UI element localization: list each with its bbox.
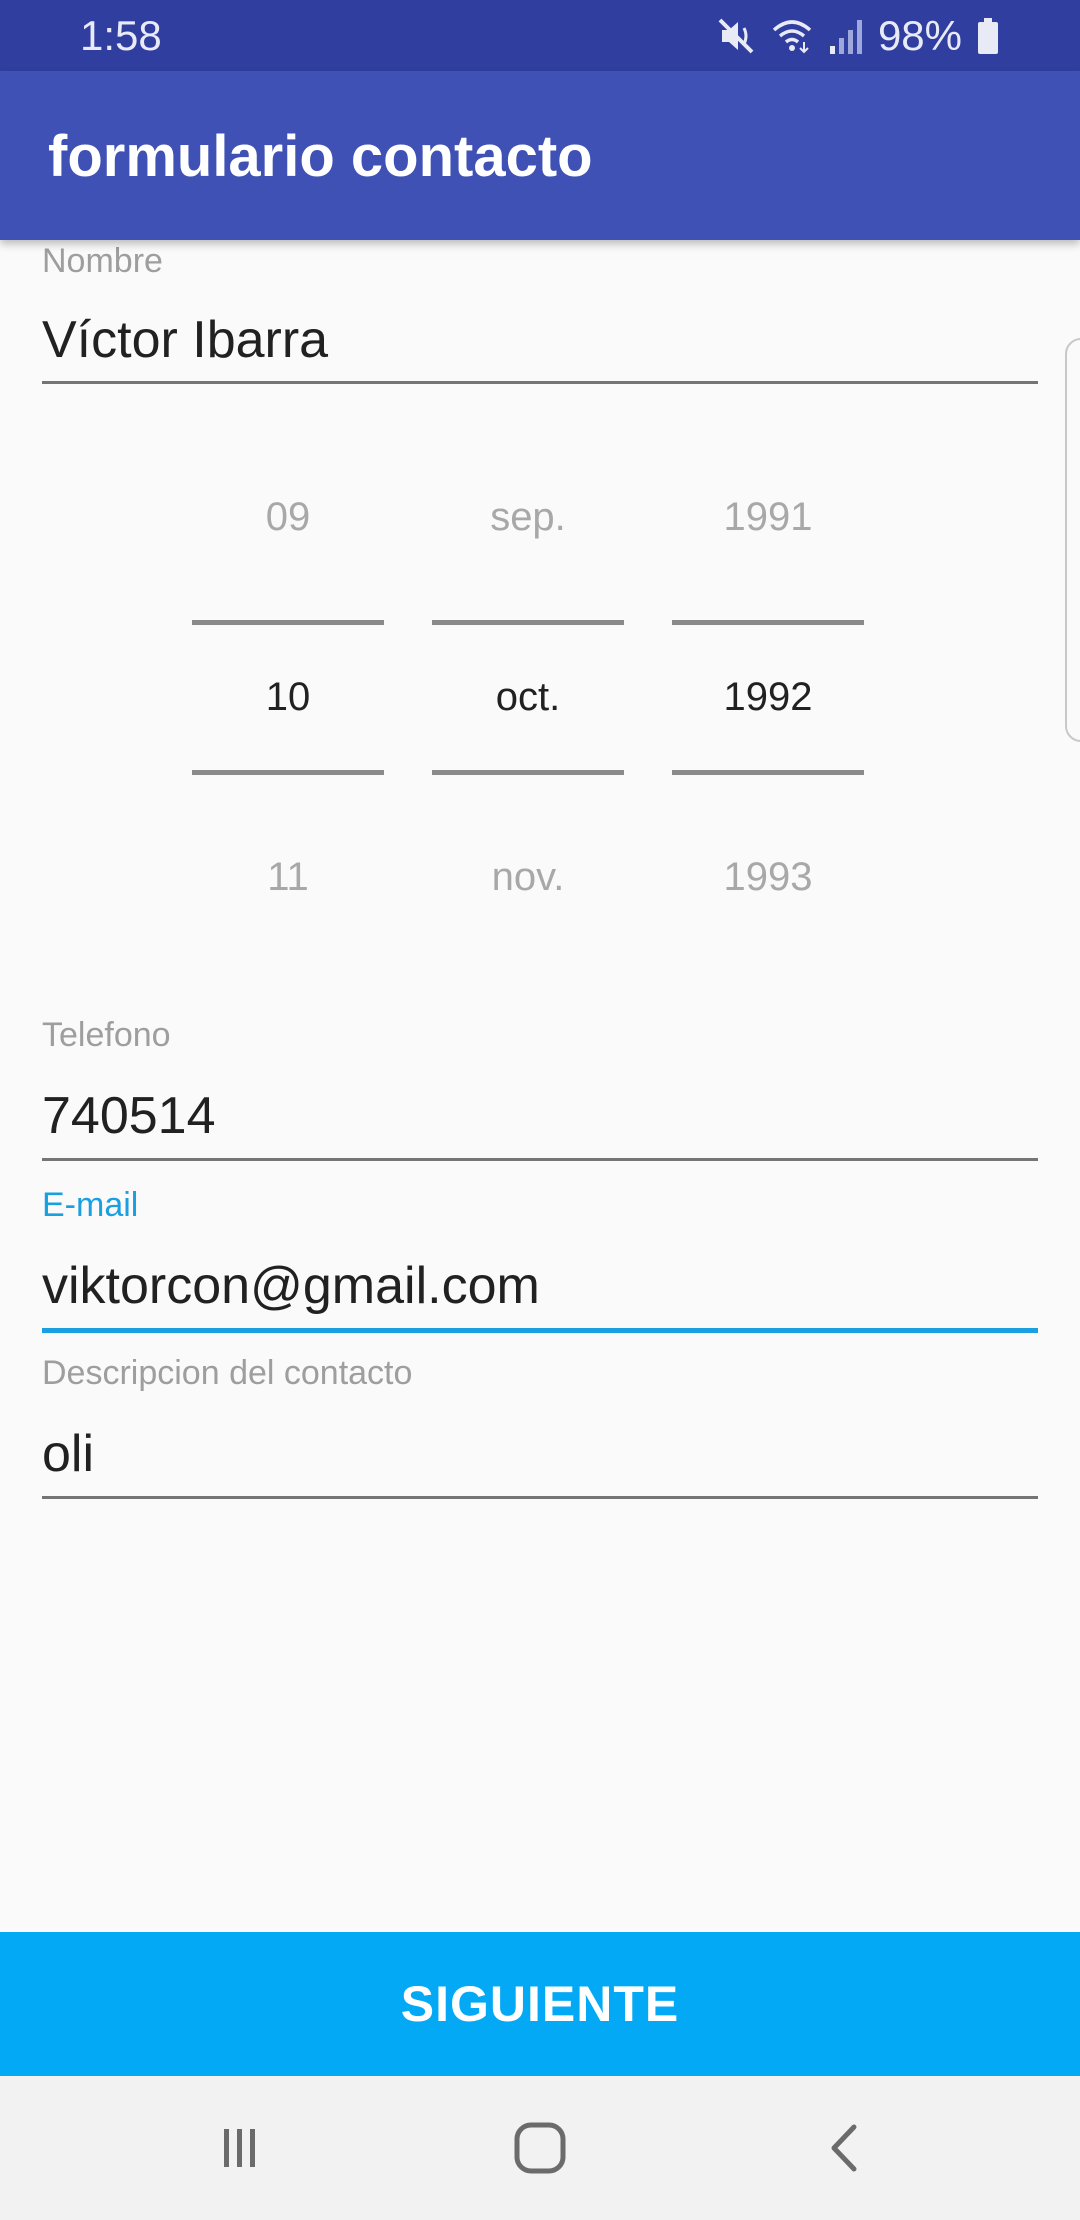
year-divider-bottom [672,770,864,775]
status-bar: 1:58 98% [0,0,1080,71]
siguiente-label: SIGUIENTE [400,1976,680,2032]
screen: 1:58 98% formulario contacto Nombre Víct… [0,0,1080,2220]
telefono-underline [42,1158,1038,1161]
battery-icon [976,16,1000,56]
year-prev[interactable]: 1991 [672,495,864,540]
descripcion-field[interactable]: Descripcion del contacto oli [42,1354,1038,1504]
email-label: E-mail [42,1186,139,1224]
descripcion-input[interactable]: oli [42,1424,94,1484]
month-selected[interactable]: oct. [432,675,624,720]
telefono-input[interactable]: 740514 [42,1086,216,1146]
wifi-icon [770,16,814,56]
app-bar: formulario contacto [0,71,1080,240]
telefono-field[interactable]: Telefono 740514 [42,1016,1038,1166]
nombre-label: Nombre [42,242,163,280]
day-selected[interactable]: 10 [192,675,384,720]
app-title: formulario contacto [48,124,593,189]
month-picker[interactable]: sep. oct. nov. [432,490,624,910]
mute-vibrate-icon [716,16,756,56]
telefono-label: Telefono [42,1016,171,1054]
nombre-input[interactable]: Víctor Ibarra [42,310,328,370]
recent-apps-icon[interactable] [190,2108,290,2188]
nombre-field[interactable]: Nombre Víctor Ibarra [42,240,1038,390]
month-divider-bottom [432,770,624,775]
day-prev[interactable]: 09 [192,495,384,540]
home-icon[interactable] [490,2108,590,2188]
month-next[interactable]: nov. [432,855,624,900]
year-picker[interactable]: 1991 1992 1993 [672,490,864,910]
battery-percent: 98% [877,12,962,59]
navigation-bar [0,2076,1080,2220]
email-underline [42,1328,1038,1333]
month-divider-top [432,620,624,625]
day-next[interactable]: 11 [192,855,384,900]
back-icon[interactable] [795,2108,895,2188]
year-divider-top [672,620,864,625]
month-prev[interactable]: sep. [432,495,624,540]
day-picker[interactable]: 09 10 11 [192,490,384,910]
year-selected[interactable]: 1992 [672,675,864,720]
status-time: 1:58 [80,12,162,59]
descripcion-label: Descripcion del contacto [42,1354,413,1392]
email-field[interactable]: E-mail viktorcon@gmail.com [42,1186,1038,1336]
day-divider-bottom [192,770,384,775]
nombre-underline [42,381,1038,384]
siguiente-button[interactable]: SIGUIENTE [0,1932,1080,2076]
edge-panel-handle[interactable] [1065,338,1080,742]
descripcion-underline [42,1496,1038,1499]
signal-icon [828,16,864,56]
status-icons: 98% [716,12,1000,60]
email-input[interactable]: viktorcon@gmail.com [42,1256,540,1316]
day-divider-top [192,620,384,625]
year-next[interactable]: 1993 [672,855,864,900]
